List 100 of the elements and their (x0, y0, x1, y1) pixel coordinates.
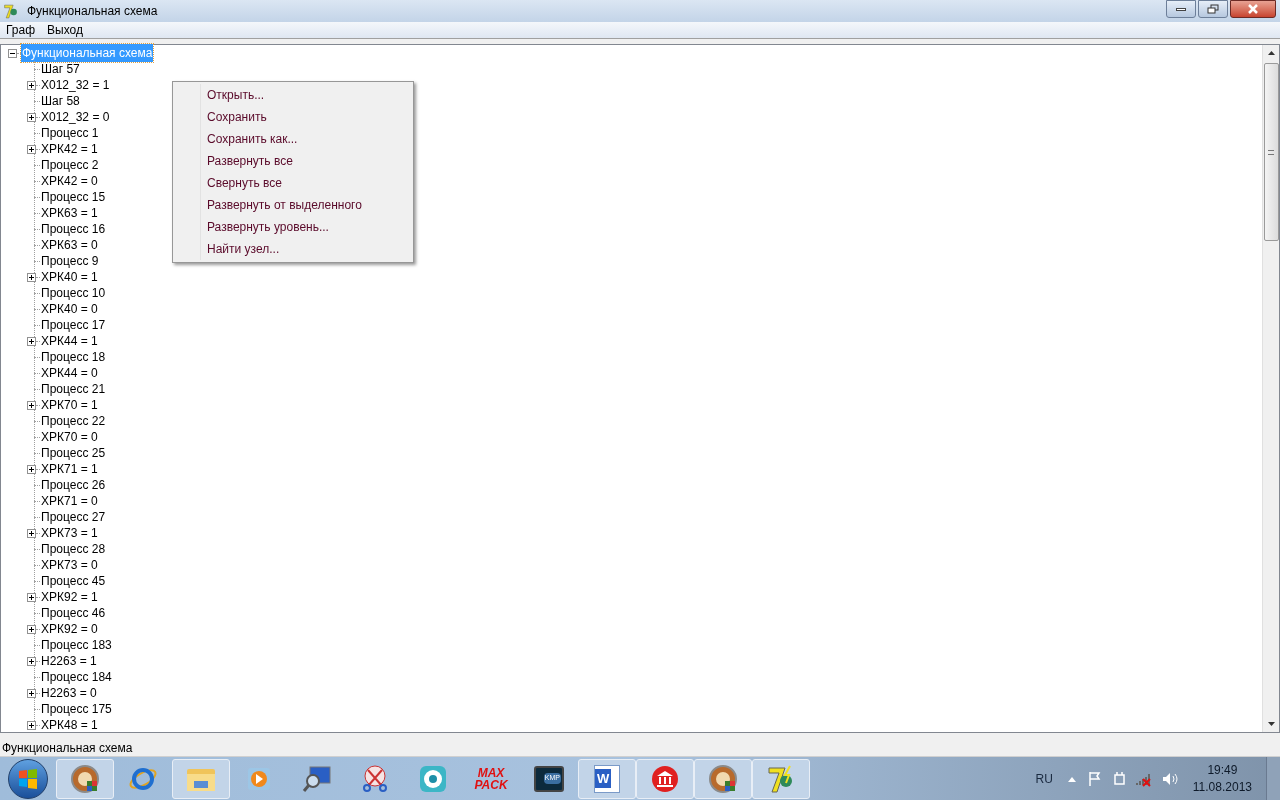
tree-node[interactable]: Процесс 10 (40, 284, 107, 302)
context-menu-item[interactable]: Развернуть от выделенного (207, 194, 362, 216)
context-menu-item[interactable]: Свернуть все (207, 172, 362, 194)
context-menu-item[interactable]: Сохранить (207, 106, 362, 128)
expand-toggle[interactable] (27, 528, 36, 538)
ring-icon (418, 763, 448, 794)
minimize-icon (1176, 7, 1186, 11)
expand-toggle[interactable] (27, 400, 36, 410)
plus-icon (28, 721, 35, 729)
taskbar-app-button[interactable] (752, 758, 810, 799)
expand-toggle[interactable] (27, 464, 36, 474)
expand-toggle[interactable] (27, 656, 36, 666)
tree-node[interactable]: ХРК63 = 0 (40, 236, 99, 254)
menu-item[interactable]: Выход (41, 21, 89, 39)
tree-node[interactable]: ХРК70 = 1 (40, 396, 99, 414)
tree-node[interactable]: Процесс 25 (40, 444, 107, 462)
tree-node[interactable]: Процесс 15 (40, 188, 107, 206)
tree-node[interactable]: Процесс 184 (40, 668, 113, 686)
tree-node[interactable]: Шаг 57 (40, 60, 81, 78)
expand-toggle[interactable] (27, 80, 36, 90)
taskbar-app-button[interactable] (694, 758, 752, 799)
expand-toggle[interactable] (27, 144, 36, 154)
close-button[interactable] (1230, 0, 1276, 18)
tree-node[interactable]: Процесс 22 (40, 412, 107, 430)
tree-node[interactable]: ХРК71 = 0 (40, 492, 99, 510)
minimize-button[interactable] (1166, 0, 1196, 18)
tree-node[interactable]: ХРК44 = 0 (40, 364, 99, 382)
plus-icon (28, 145, 35, 153)
tree-node[interactable]: Процесс 26 (40, 476, 107, 494)
disc-icon (708, 763, 738, 794)
expand-toggle[interactable] (27, 688, 36, 698)
plus-icon (28, 657, 35, 665)
tree-node[interactable]: Шаг 58 (40, 92, 81, 110)
logo-text: MAX (477, 766, 505, 779)
clock-time[interactable]: 19:49 (1207, 761, 1238, 779)
clock-date[interactable]: 11.08.2013 (1192, 778, 1252, 796)
taskbar-app-button[interactable] (172, 758, 230, 799)
context-menu-item[interactable]: Развернуть все (207, 150, 362, 172)
tree-node[interactable]: Процесс 27 (40, 508, 107, 526)
tree-node[interactable]: Процесс 28 (40, 540, 107, 558)
restore-button[interactable] (1198, 0, 1228, 18)
tree-node[interactable]: ХРК73 = 1 (40, 524, 99, 542)
tree-node[interactable]: Процесс 45 (40, 572, 107, 590)
tree-node[interactable]: ХРК71 = 1 (40, 460, 99, 478)
plus-icon (28, 593, 35, 601)
context-menu-item[interactable]: Развернуть уровень... (207, 216, 362, 238)
window-title: Функциональная схема (27, 3, 158, 20)
tree-node[interactable]: ХРК92 = 1 (40, 588, 99, 606)
collapse-toggle[interactable] (8, 48, 17, 58)
magnifier-monitor-icon (302, 763, 332, 794)
tree-node[interactable]: ХРК42 = 0 (40, 172, 99, 190)
tree-node[interactable]: Процесс 18 (40, 348, 107, 366)
tree-node[interactable]: Процесс 1 (40, 124, 100, 142)
tree-node[interactable]: ХРК92 = 0 (40, 620, 99, 638)
tree-node[interactable]: Процесс 2 (40, 156, 100, 174)
tree-node[interactable]: Х012_32 = 1 (40, 76, 111, 94)
start-button[interactable] (8, 758, 48, 799)
tree-node[interactable]: ХРК40 = 1 (40, 268, 99, 286)
context-menu-item[interactable]: Сохранить как... (207, 128, 362, 150)
tree-node[interactable]: ХРК73 = 0 (40, 556, 99, 574)
tree-node[interactable]: Х012_32 = 0 (40, 108, 111, 126)
context-menu-item[interactable]: Найти узел... (207, 238, 362, 260)
tree-node[interactable]: Н2263 = 0 (40, 684, 98, 702)
tree-node[interactable]: Процесс 183 (40, 636, 113, 654)
tree-node[interactable]: ХРК70 = 0 (40, 428, 99, 446)
expand-toggle[interactable] (27, 272, 36, 282)
plus-icon (28, 625, 35, 633)
context-menu-item[interactable]: Открыть... (207, 84, 362, 106)
tree-node[interactable]: Процесс 21 (40, 380, 107, 398)
plus-icon (28, 273, 35, 281)
plus-icon (28, 81, 35, 89)
taskbar-app-button[interactable] (56, 758, 114, 799)
taskbar-app-button[interactable]: W (578, 758, 636, 799)
tree-node[interactable]: ХРК44 = 1 (40, 332, 99, 350)
vertical-scrollbar[interactable] (1262, 45, 1279, 732)
taskbar-app-button[interactable] (636, 758, 694, 799)
plus-icon (28, 689, 35, 697)
expand-toggle[interactable] (27, 592, 36, 602)
expand-toggle[interactable] (27, 624, 36, 634)
language-indicator[interactable]: RU (1035, 769, 1053, 788)
tree-node[interactable]: ХРК42 = 1 (40, 140, 99, 158)
plus-icon (28, 337, 35, 345)
expand-toggle[interactable] (27, 112, 36, 122)
tree-node[interactable]: Процесс 175 (40, 700, 113, 718)
tree-node[interactable]: Процесс 9 (40, 252, 100, 270)
flag-icon[interactable] (1086, 770, 1103, 787)
disc-icon (70, 763, 100, 794)
status-text: Функциональная схема (2, 740, 133, 757)
tree-node[interactable]: ХРК63 = 1 (40, 204, 99, 222)
expand-toggle[interactable] (27, 336, 36, 346)
tree-node[interactable]: Процесс 17 (40, 316, 107, 334)
scrollbar-thumb[interactable] (1263, 63, 1279, 241)
tree-node[interactable]: Процесс 16 (40, 220, 107, 238)
tree-node[interactable]: ХРК40 = 0 (40, 300, 99, 318)
menu-item[interactable]: Граф (0, 21, 42, 39)
expand-toggle[interactable] (27, 720, 36, 730)
tree-node[interactable]: Н2263 = 1 (40, 652, 98, 670)
plus-icon (28, 113, 35, 121)
tree-node[interactable]: ХРК48 = 1 (40, 716, 99, 734)
tree-node[interactable]: Процесс 46 (40, 604, 107, 622)
